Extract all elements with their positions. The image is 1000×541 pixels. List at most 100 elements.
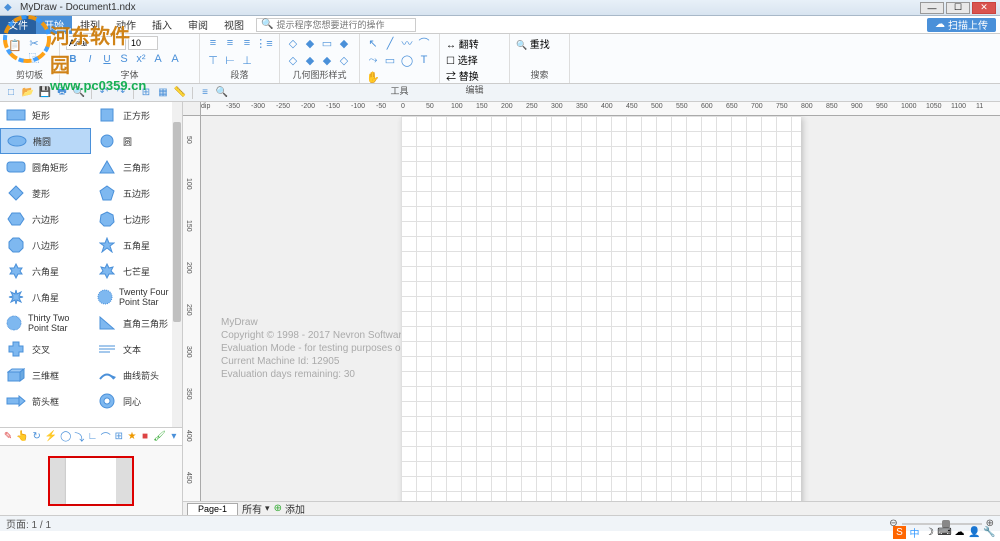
menu-tab-insert[interactable]: 插入 bbox=[144, 16, 180, 34]
st-arc[interactable]: ⌒ bbox=[101, 430, 111, 443]
canvas-viewport[interactable]: MyDraw Copyright © 1998 - 2017 Nevron So… bbox=[201, 116, 1000, 501]
zoom-button[interactable]: 🔍 bbox=[215, 86, 229, 100]
tell-me-search[interactable]: 🔍 bbox=[256, 18, 416, 32]
tab-all[interactable]: 所有 ▾ bbox=[242, 501, 270, 516]
bold-button[interactable]: B bbox=[66, 52, 80, 66]
st-more[interactable]: ▾ bbox=[169, 430, 179, 443]
shape-star24[interactable]: Twenty Four Point Star bbox=[91, 284, 182, 310]
vertical-ruler[interactable]: 50100150200250300350400450 bbox=[183, 116, 201, 501]
tool-curve[interactable]: 〰 bbox=[400, 36, 414, 50]
snap-button[interactable]: ⊞ bbox=[139, 86, 153, 100]
sidebar-scrollbar[interactable] bbox=[172, 102, 182, 427]
shape-arrowbox[interactable]: 箭头框 bbox=[0, 388, 91, 414]
menu-file[interactable]: 文件 bbox=[0, 16, 36, 34]
align-mid-button[interactable]: ⊢ bbox=[223, 53, 237, 67]
tool-line[interactable]: ╱ bbox=[383, 36, 397, 50]
st-red[interactable]: ■ bbox=[140, 430, 150, 443]
shape-roundrect[interactable]: 圆角矩形 bbox=[0, 154, 91, 180]
align-bot-button[interactable]: ⊥ bbox=[240, 53, 254, 67]
grid-button[interactable]: ▦ bbox=[156, 86, 170, 100]
st-conn[interactable]: ⤵ bbox=[74, 430, 84, 443]
tell-me-input[interactable] bbox=[276, 20, 411, 30]
shape-star32[interactable]: Thirty Two Point Star bbox=[0, 310, 91, 336]
font-color-button[interactable]: A bbox=[168, 52, 182, 66]
redo-button[interactable]: ↷ bbox=[114, 86, 128, 100]
bullets-button[interactable]: ⋮≡ bbox=[257, 36, 271, 50]
st-star[interactable]: ★ bbox=[127, 430, 137, 443]
menu-tab-arrange[interactable]: 排列 bbox=[72, 16, 108, 34]
replace-button[interactable]: ⇄ 替换 bbox=[446, 68, 503, 83]
cut-button[interactable]: ✂ bbox=[27, 36, 41, 50]
select-button[interactable]: ☐ 选择 bbox=[446, 52, 503, 67]
undo-button[interactable]: ↶ bbox=[97, 86, 111, 100]
flip-button[interactable]: ↔ 翻转 bbox=[446, 36, 503, 51]
horizontal-ruler[interactable]: dip-350-300-250-200-150-100-500501001502… bbox=[201, 102, 1000, 116]
font-size-select[interactable] bbox=[128, 36, 158, 50]
st-rotate[interactable]: ↻ bbox=[32, 430, 42, 443]
paste-button[interactable]: 📋 bbox=[6, 36, 24, 54]
layer-button[interactable]: ≡ bbox=[198, 86, 212, 100]
drawing-page[interactable] bbox=[401, 116, 801, 501]
shape-octagon[interactable]: 八边形 bbox=[0, 232, 91, 258]
geo-style-2[interactable]: ◆ bbox=[303, 36, 317, 50]
tray-person-icon[interactable]: 👤 bbox=[968, 526, 981, 539]
maximize-button[interactable]: ☐ bbox=[946, 2, 970, 14]
st-green[interactable]: 🖌 bbox=[153, 430, 166, 443]
shape-pentagon[interactable]: 五边形 bbox=[91, 180, 182, 206]
tray-keyboard-icon[interactable]: ⌨ bbox=[938, 526, 951, 539]
copy-button[interactable]: ⿻ bbox=[27, 51, 41, 65]
shape-square[interactable]: 正方形 bbox=[91, 102, 182, 128]
preview-button[interactable]: 🔍 bbox=[72, 86, 86, 100]
align-right-button[interactable]: ≡ bbox=[240, 36, 254, 50]
upload-button[interactable]: ☁ 扫描上传 bbox=[927, 18, 996, 32]
new-button[interactable]: □ bbox=[4, 86, 18, 100]
shape-star7[interactable]: 七芒星 bbox=[91, 258, 182, 284]
shape-box3d[interactable]: 三维框 bbox=[0, 362, 91, 388]
tool-arc[interactable]: ⌒ bbox=[417, 36, 431, 50]
close-button[interactable]: ✕ bbox=[972, 2, 996, 14]
tab-add[interactable]: ⊕ 添加 bbox=[274, 501, 305, 516]
geo-style-6[interactable]: ◆ bbox=[303, 53, 317, 67]
tray-cloud-icon[interactable]: ☁ bbox=[953, 526, 966, 539]
shape-curvearrow[interactable]: 曲线箭头 bbox=[91, 362, 182, 388]
strike-button[interactable]: S bbox=[117, 52, 131, 66]
shape-circle[interactable]: 圆 bbox=[91, 128, 182, 154]
align-left-button[interactable]: ≡ bbox=[206, 36, 220, 50]
minimize-button[interactable]: — bbox=[920, 2, 944, 14]
save-button[interactable]: 💾 bbox=[38, 86, 52, 100]
st-circle[interactable]: ◯ bbox=[60, 430, 71, 443]
st-angle[interactable]: ∟ bbox=[87, 430, 97, 443]
geo-style-8[interactable]: ◇ bbox=[337, 53, 351, 67]
open-button[interactable]: 📂 bbox=[21, 86, 35, 100]
tool-rect[interactable]: ▭ bbox=[383, 53, 397, 67]
st-pointer[interactable]: 👆 bbox=[16, 430, 28, 443]
shape-rect[interactable]: 矩形 bbox=[0, 102, 91, 128]
shape-donut[interactable]: 同心 bbox=[91, 388, 182, 414]
scrollbar-thumb[interactable] bbox=[173, 122, 181, 322]
underline-button[interactable]: U bbox=[100, 52, 114, 66]
geo-style-1[interactable]: ◇ bbox=[286, 36, 300, 50]
tray-sogou-icon[interactable]: S bbox=[893, 526, 906, 539]
shape-rtriangle[interactable]: 直角三角形 bbox=[91, 310, 182, 336]
shape-star8[interactable]: 八角星 bbox=[0, 284, 91, 310]
align-top-button[interactable]: ⊤ bbox=[206, 53, 220, 67]
shape-diamond[interactable]: 菱形 bbox=[0, 180, 91, 206]
tool-pointer[interactable]: ↖ bbox=[366, 36, 380, 50]
shape-heptagon[interactable]: 七边形 bbox=[91, 206, 182, 232]
geo-style-3[interactable]: ▭ bbox=[320, 36, 334, 50]
page-thumbnail[interactable] bbox=[48, 456, 134, 506]
menu-tab-action[interactable]: 动作 bbox=[108, 16, 144, 34]
print-button[interactable]: 🖶 bbox=[55, 86, 69, 100]
shape-cross[interactable]: 交叉 bbox=[0, 336, 91, 362]
shape-star6[interactable]: 六角星 bbox=[0, 258, 91, 284]
st-bolt[interactable]: ⚡ bbox=[45, 430, 57, 443]
shape-triangle[interactable]: 三角形 bbox=[91, 154, 182, 180]
geo-style-4[interactable]: ◆ bbox=[337, 36, 351, 50]
st-edit[interactable]: ✎ bbox=[3, 430, 13, 443]
tool-pan[interactable]: ✋ bbox=[366, 70, 380, 84]
shape-hexagon[interactable]: 六边形 bbox=[0, 206, 91, 232]
menu-tab-view[interactable]: 视图 bbox=[216, 16, 252, 34]
ruler-button[interactable]: 📏 bbox=[173, 86, 187, 100]
tool-text[interactable]: T bbox=[417, 53, 431, 67]
subscript-button[interactable]: A bbox=[151, 52, 165, 66]
